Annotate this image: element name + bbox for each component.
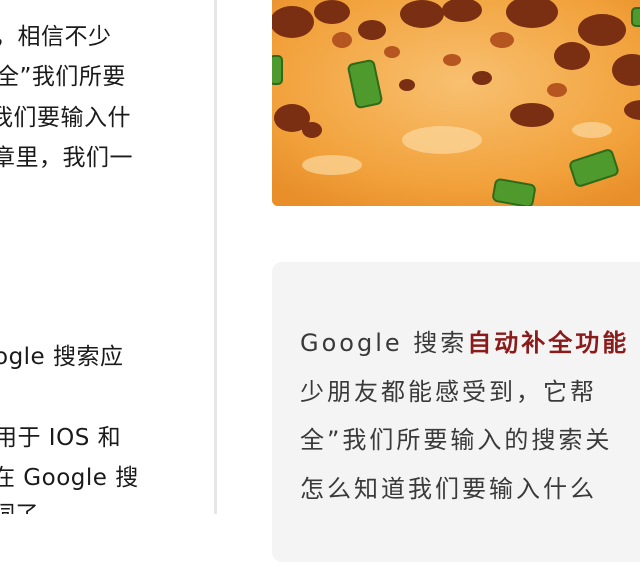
left-article-line: 我们要输入什 bbox=[0, 105, 131, 131]
left-article-line: 用于 IOS 和 bbox=[0, 425, 122, 451]
food-photo bbox=[272, 0, 640, 206]
left-article-line: 词了。 bbox=[0, 500, 63, 514]
article-card bbox=[272, 262, 640, 562]
left-article-line: 在 Google 搜 bbox=[0, 465, 139, 491]
left-article-panel: ，相信不少 全”我们所要 我们要输入什 章里，我们一 ogle 搜索应 用于 I… bbox=[0, 0, 214, 514]
card-line-2: 少朋友都能感受到，它帮 bbox=[300, 378, 597, 406]
left-article-line: 全”我们所要 bbox=[0, 64, 126, 90]
left-article-line: ogle 搜索应 bbox=[0, 344, 124, 370]
card-line-3: 全”我们所要输入的搜索关 bbox=[300, 426, 613, 454]
card-line-1: Google 搜索自动补全功能 bbox=[300, 327, 629, 359]
panel-divider bbox=[214, 0, 217, 514]
left-article-line: ，相信不少 bbox=[0, 24, 112, 50]
food-photo-illustration bbox=[272, 0, 640, 206]
card-line-4: 怎么知道我们要输入什么 bbox=[300, 475, 597, 503]
left-article-line: 章里，我们一 bbox=[0, 145, 133, 171]
card-line-1-prefix: Google 搜索 bbox=[300, 329, 468, 357]
card-highlight-text: 自动补全功能 bbox=[467, 329, 630, 357]
